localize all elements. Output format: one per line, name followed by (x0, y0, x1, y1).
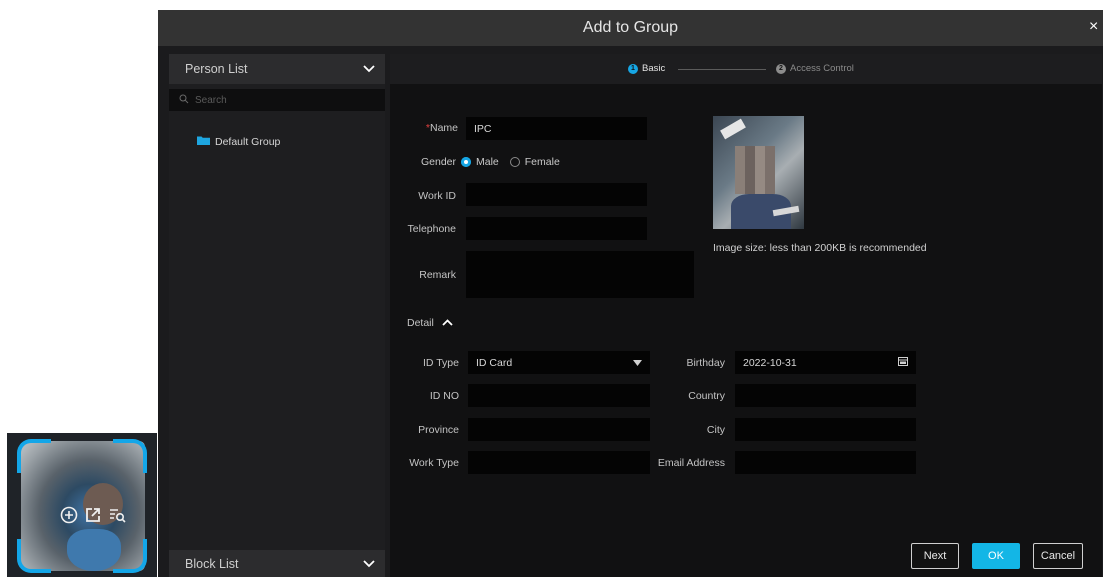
calendar-icon[interactable] (898, 356, 908, 369)
search-input[interactable] (193, 93, 373, 107)
step-number-badge: 1 (628, 63, 638, 74)
work-type-field[interactable] (468, 451, 650, 474)
name-label-text: Name (429, 122, 458, 134)
face-capture-thumbnail[interactable] (7, 433, 157, 577)
step-access-control[interactable]: 2 Access Control (776, 63, 854, 74)
name-field[interactable] (466, 117, 647, 140)
person-form-panel: 1 Basic 2 Access Control *Name Gender Ma… (390, 54, 1102, 577)
step-number-badge: 2 (776, 63, 786, 74)
person-photo[interactable] (713, 116, 804, 229)
dropdown-arrow-icon[interactable] (633, 357, 642, 369)
cancel-button[interactable]: Cancel (1033, 543, 1083, 569)
dialog-titlebar: Add to Group × (158, 10, 1103, 46)
gender-female-label: Female (524, 156, 560, 168)
work-id-label: Work ID (418, 190, 456, 202)
detail-toggle[interactable]: Detail (407, 317, 453, 329)
folder-icon (197, 135, 210, 148)
person-list-dropdown[interactable]: Person List (169, 54, 385, 84)
province-label: Province (418, 424, 459, 436)
step-basic[interactable]: 1 Basic (628, 63, 665, 74)
chevron-down-icon[interactable] (363, 557, 375, 571)
gender-label: Gender (420, 156, 456, 168)
id-type-label: ID Type (423, 357, 459, 369)
group-search[interactable] (169, 89, 385, 111)
city-field[interactable] (735, 418, 916, 441)
step-connector (678, 69, 766, 70)
frame-corner-bottom-left (17, 539, 51, 573)
birthday-date-picker[interactable]: 2022-10-31 (735, 351, 916, 374)
name-label: *Name (410, 122, 458, 134)
person-list-label: Person List (185, 62, 248, 76)
thumb-action-bar (59, 505, 127, 525)
gender-male-radio[interactable] (461, 157, 471, 167)
country-label: Country (688, 390, 725, 402)
work-type-label: Work Type (409, 457, 459, 469)
next-button[interactable]: Next (911, 543, 959, 569)
search-icon (179, 94, 189, 107)
email-field[interactable] (735, 451, 916, 474)
remark-field[interactable] (466, 251, 694, 298)
dialog-title: Add to Group (582, 19, 679, 36)
block-list-label: Block List (185, 556, 239, 571)
chevron-down-icon[interactable] (363, 62, 375, 76)
open-external-icon[interactable] (83, 505, 103, 525)
group-tree-item[interactable]: Default Group (197, 135, 280, 148)
search-list-icon[interactable] (107, 505, 127, 525)
photo-light-shape (720, 118, 746, 140)
ok-button[interactable]: OK (972, 543, 1020, 569)
id-type-value: ID Card (476, 356, 513, 369)
gender-row: Gender Male Female (412, 156, 560, 168)
telephone-field[interactable] (466, 217, 647, 240)
id-no-label: ID NO (429, 390, 459, 402)
remark-label: Remark (419, 269, 456, 281)
frame-corner-top-left (17, 439, 51, 473)
block-list-dropdown[interactable]: Block List (169, 550, 385, 577)
step-label: Access Control (790, 63, 854, 74)
group-panel: Person List Default Group Block List (169, 54, 385, 577)
gender-female-radio[interactable] (509, 157, 520, 167)
gender-male-label: Male (476, 156, 499, 168)
birthday-value: 2022-10-31 (743, 356, 797, 369)
birthday-label: Birthday (686, 357, 725, 369)
country-field[interactable] (735, 384, 916, 407)
telephone-label: Telephone (407, 223, 456, 235)
step-label: Basic (642, 63, 666, 74)
add-to-group-dialog: Add to Group × Person List Default Group… (158, 10, 1103, 577)
close-icon[interactable]: × (1089, 18, 1103, 36)
frame-corner-top-right (113, 439, 147, 473)
frame-corner-bottom-right (113, 539, 147, 573)
chevron-up-icon[interactable] (442, 317, 453, 329)
id-type-select[interactable]: ID Card (468, 351, 650, 374)
wizard-stepper: 1 Basic 2 Access Control (390, 54, 1102, 84)
detail-label: Detail (407, 317, 434, 329)
image-size-hint: Image size: less than 200KB is recommend… (713, 242, 927, 254)
province-field[interactable] (468, 418, 650, 441)
group-tree-item-label: Default Group (215, 135, 281, 148)
add-circle-icon[interactable] (59, 505, 79, 525)
city-label: City (706, 424, 725, 436)
id-no-field[interactable] (468, 384, 650, 407)
pixelated-face (735, 146, 775, 194)
email-label: Email Address (657, 457, 725, 469)
work-id-field[interactable] (466, 183, 647, 206)
